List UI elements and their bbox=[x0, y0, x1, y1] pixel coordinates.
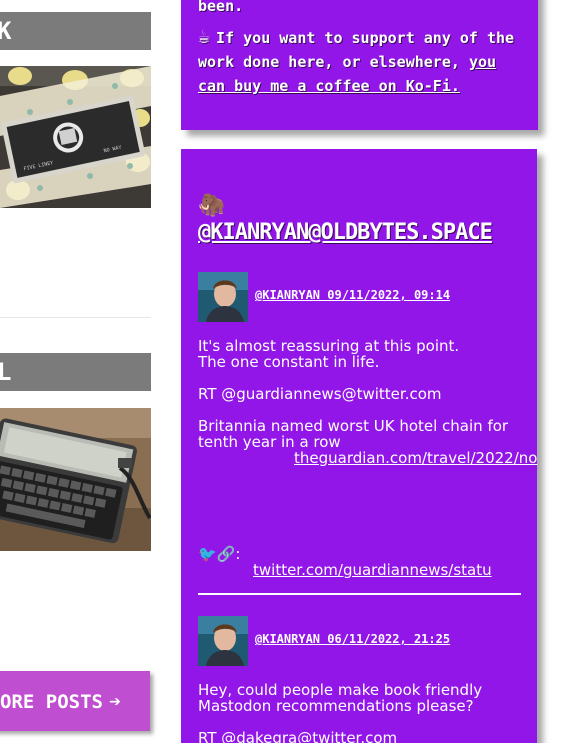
toot-meta-link[interactable]: @KIANRYAN 09/11/2022, 09:14 bbox=[255, 288, 450, 302]
toot-emojis: 🐦🔗: bbox=[198, 545, 241, 563]
page: K FIVE LINEY NO WAY L ORE POSTS ➔ been. … bbox=[0, 0, 585, 743]
post-title-bar[interactable]: L bbox=[0, 353, 151, 391]
avatar[interactable] bbox=[198, 616, 248, 666]
toot-text: The one constant in life. bbox=[198, 353, 380, 371]
post-title-bar[interactable]: K bbox=[0, 12, 151, 50]
blog-post-column: K FIVE LINEY NO WAY L ORE POSTS ➔ bbox=[0, 0, 151, 743]
toot-separator bbox=[198, 593, 521, 595]
post-thumbnail-handheld-computer[interactable] bbox=[0, 408, 151, 551]
avatar[interactable] bbox=[198, 272, 248, 322]
kofi-top-fragment: been. bbox=[198, 0, 244, 15]
toot-text: RT @dakegra@twitter.com bbox=[198, 729, 398, 743]
toot-text: RT @guardiannews@twitter.com bbox=[198, 385, 442, 403]
post-title[interactable]: K bbox=[0, 17, 11, 45]
toot: @KIANRYAN 06/11/2022, 21:25 Hey, could p… bbox=[198, 616, 533, 743]
mammoth-icon: 🦣 bbox=[198, 193, 226, 218]
toot-meta-link[interactable]: @KIANRYAN 06/11/2022, 21:25 bbox=[255, 632, 450, 646]
arrow-right-icon: ➔ bbox=[108, 689, 121, 713]
toot-text: Mastodon recommendations please? bbox=[198, 697, 474, 715]
article-link[interactable]: theguardian.com/travel/2022/no bbox=[198, 450, 543, 466]
more-posts-label[interactable]: ORE POSTS bbox=[0, 691, 103, 713]
coffee-cup-icon: ☕ bbox=[198, 24, 211, 48]
mastodon-handle-link[interactable]: @KIANRYAN@OLDBYTES.SPACE bbox=[198, 220, 528, 245]
post-title[interactable]: L bbox=[0, 358, 11, 386]
toot-body: It's almost reassuring at this point. The… bbox=[198, 338, 543, 578]
post-thumbnail-lanyard[interactable]: FIVE LINEY NO WAY bbox=[0, 66, 151, 208]
tweet-link[interactable]: twitter.com/guardiannews/statu bbox=[198, 562, 543, 578]
kofi-support-text: If you want to support any of the work d… bbox=[198, 29, 515, 71]
kofi-text: been. ☕ If you want to support any of the… bbox=[198, 0, 528, 98]
more-posts-button[interactable]: ORE POSTS ➔ bbox=[0, 671, 150, 731]
post-divider bbox=[0, 317, 151, 318]
kofi-widget: been. ☕ If you want to support any of the… bbox=[181, 0, 538, 130]
toot: @KIANRYAN 09/11/2022, 09:14 It's almost … bbox=[198, 272, 537, 592]
toot-body: Hey, could people make book friendly Mast… bbox=[198, 682, 543, 743]
mastodon-feed-widget: 🦣 @KIANRYAN@OLDBYTES.SPACE @KIANRYAN 09/… bbox=[181, 149, 537, 743]
toot-text: tenth year in a row bbox=[198, 433, 341, 451]
